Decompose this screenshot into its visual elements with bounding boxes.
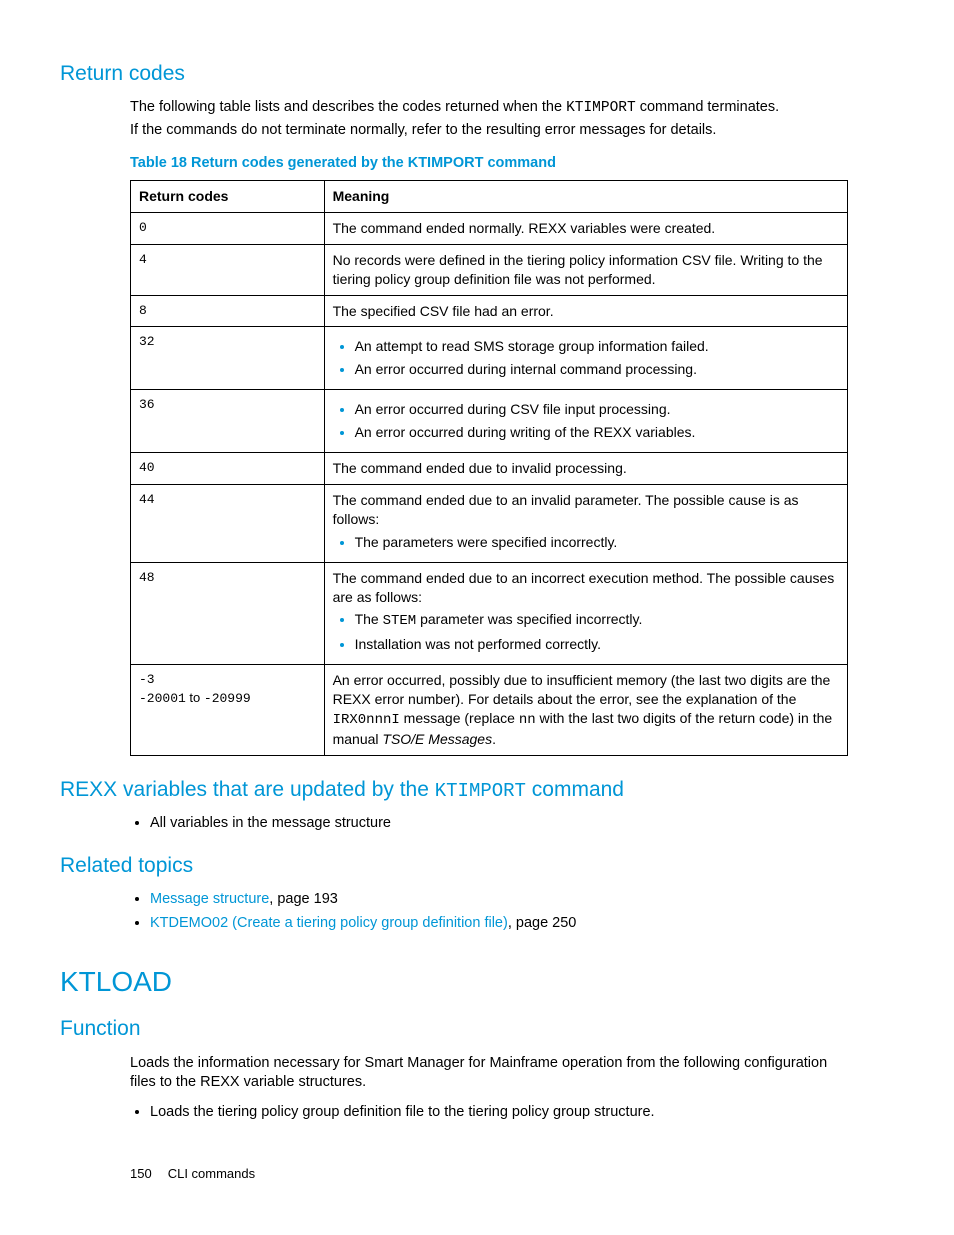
t2: message (replace (400, 710, 519, 726)
cell-meaning: The command ended due to invalid process… (324, 453, 847, 485)
heading-related-topics: Related topics (60, 852, 848, 880)
mono: STEM (383, 613, 417, 629)
table-row: 44 The command ended due to an invalid p… (131, 484, 848, 562)
list-item: All variables in the message structure (150, 814, 848, 834)
list-item: Installation was not performed correctly… (355, 635, 839, 654)
table-caption: Table 18 Return codes generated by the K… (130, 154, 848, 174)
list-item: An attempt to read SMS storage group inf… (355, 337, 839, 356)
cell-meaning: An error occurred during CSV file input … (324, 390, 847, 453)
list-item: The STEM parameter was specified incorre… (355, 610, 839, 631)
cell-meaning: The command ended due to an invalid para… (324, 484, 847, 562)
cell-code: 4 (131, 244, 325, 295)
table-header-row: Return codes Meaning (131, 181, 848, 213)
th-meaning: Meaning (324, 181, 847, 213)
list-item: An error occurred during internal comman… (355, 360, 839, 379)
list-item: KTDEMO02 (Create a tiering policy group … (150, 914, 848, 934)
return-codes-table: Return codes Meaning 0 The command ended… (130, 180, 848, 756)
cell-meaning: No records were defined in the tiering p… (324, 244, 847, 295)
cell-meaning: The command ended due to an incorrect ex… (324, 562, 847, 665)
th-code: Return codes (131, 181, 325, 213)
range-mid: to (186, 690, 204, 705)
heading-rexx-vars: REXX variables that are updated by the K… (60, 776, 848, 805)
lead-text: The command ended due to an incorrect ex… (333, 570, 835, 605)
rest: , page 193 (269, 891, 338, 907)
pre: The (355, 611, 383, 627)
cell-code: 44 (131, 484, 325, 562)
function-block: Loads the information necessary for Smar… (130, 1054, 848, 1123)
rexx-h-c: command (526, 778, 624, 801)
table-row: 8 The specified CSV file had an error. (131, 295, 848, 327)
it: TSO/E Messages (382, 731, 492, 747)
list-item: An error occurred during writing of the … (355, 423, 839, 442)
function-p1: Loads the information necessary for Smar… (130, 1054, 848, 1093)
page-footer: 150 CLI commands (130, 1165, 255, 1183)
table-row: 4 No records were defined in the tiering… (131, 244, 848, 295)
footer-label: CLI commands (168, 1166, 255, 1181)
cell-code: 36 (131, 390, 325, 453)
m1: IRX0nnnI (333, 712, 400, 728)
intro-line-2: If the commands do not terminate normall… (130, 121, 848, 141)
rexx-h-b: KTIMPORT (435, 780, 526, 802)
link-message-structure[interactable]: Message structure (150, 891, 269, 907)
table-row: 36 An error occurred during CSV file inp… (131, 390, 848, 453)
list-item: Loads the tiering policy group definitio… (150, 1103, 848, 1123)
related-block: Message structure, page 193 KTDEMO02 (Cr… (130, 890, 848, 933)
rexx-h-a: REXX variables that are updated by the (60, 778, 435, 801)
t4: . (492, 731, 496, 747)
cell-code: 0 (131, 212, 325, 244)
cell-code: 8 (131, 295, 325, 327)
t1: An error occurred, possibly due to insuf… (333, 672, 831, 707)
link-ktdemo02[interactable]: KTDEMO02 (Create a tiering policy group … (150, 915, 508, 931)
pre: Installation was not performed correctly… (355, 636, 601, 652)
table-row: 0 The command ended normally. REXX varia… (131, 212, 848, 244)
heading-ktload: KTLOAD (60, 963, 848, 1001)
cell-meaning: An attempt to read SMS storage group inf… (324, 327, 847, 390)
intro-block: The following table lists and describes … (130, 98, 848, 755)
intro-1a: The following table lists and describes … (130, 99, 566, 115)
table-row: -3 -20001 to -20999 An error occurred, p… (131, 665, 848, 756)
post: parameter was specified incorrectly. (416, 611, 642, 627)
rexx-block: All variables in the message structure (130, 814, 848, 834)
code-line1: -3 (139, 671, 316, 689)
cell-meaning: The specified CSV file had an error. (324, 295, 847, 327)
table-row: 40 The command ended due to invalid proc… (131, 453, 848, 485)
intro-line-1: The following table lists and describes … (130, 98, 848, 119)
cell-code: 40 (131, 453, 325, 485)
list-item: Message structure, page 193 (150, 890, 848, 910)
range-b: -20999 (204, 691, 251, 706)
table-row: 48 The command ended due to an incorrect… (131, 562, 848, 665)
cell-meaning: The command ended normally. REXX variabl… (324, 212, 847, 244)
list-item: An error occurred during CSV file input … (355, 400, 839, 419)
heading-return-codes: Return codes (60, 60, 848, 88)
intro-1c: command terminates. (636, 99, 779, 115)
rest: , page 250 (508, 915, 577, 931)
cell-meaning: An error occurred, possibly due to insuf… (324, 665, 847, 756)
code-line2: -20001 to -20999 (139, 689, 316, 708)
heading-function: Function (60, 1015, 848, 1043)
cell-code: -3 -20001 to -20999 (131, 665, 325, 756)
range-a: -20001 (139, 691, 186, 706)
table-row: 32 An attempt to read SMS storage group … (131, 327, 848, 390)
list-item: The parameters were specified incorrectl… (355, 533, 839, 552)
page-number: 150 (130, 1166, 152, 1181)
m2: nn (519, 712, 536, 728)
cell-code: 48 (131, 562, 325, 665)
cell-code: 32 (131, 327, 325, 390)
intro-1b: KTIMPORT (566, 100, 636, 116)
lead-text: The command ended due to an invalid para… (333, 492, 799, 527)
